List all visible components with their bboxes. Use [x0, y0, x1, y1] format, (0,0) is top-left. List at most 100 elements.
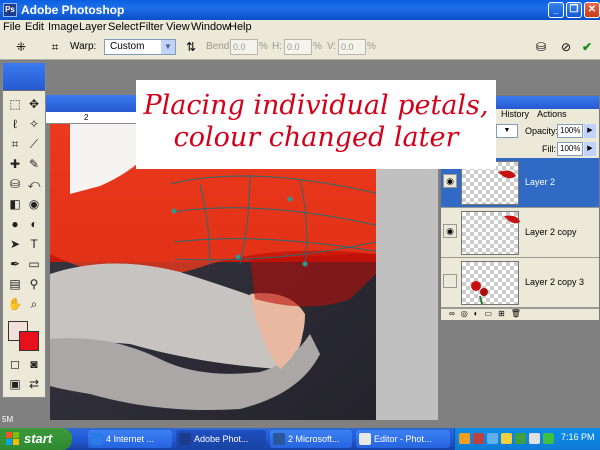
blend-mode-dropdown[interactable]: ▼	[496, 124, 518, 138]
layer-row[interactable]: ◉ Layer 2 copy	[441, 208, 599, 258]
layer-name: Layer 2 copy	[525, 227, 577, 237]
marquee-tool-icon[interactable]: ⬚	[6, 95, 24, 113]
warp-mode-icon[interactable]: ⌗	[46, 39, 64, 55]
task-label: Editor - Phot...	[374, 434, 432, 444]
notes-tool-icon[interactable]: ▤	[6, 275, 24, 293]
screen-mode-icon[interactable]: ▣	[6, 375, 24, 393]
hand-tool-icon[interactable]: ✋	[6, 295, 24, 313]
eye-icon[interactable]: ◉	[443, 274, 457, 288]
taskbar-item-photoshop[interactable]: Adobe Phot...	[176, 430, 266, 448]
layer-thumbnail	[461, 211, 520, 255]
editor-icon	[359, 433, 371, 445]
tray-icon[interactable]	[487, 433, 498, 444]
system-tray: 7:16 PM	[454, 428, 600, 450]
background-color-swatch[interactable]	[19, 331, 39, 351]
commit-transform-icon[interactable]: ✔	[578, 39, 596, 55]
menu-help[interactable]: Help	[229, 21, 252, 33]
h-label: H:	[272, 41, 282, 52]
warp-style-select[interactable]: Custom ▼	[104, 39, 176, 55]
network-icon[interactable]	[543, 433, 554, 444]
tray-icon[interactable]	[473, 433, 484, 444]
minimize-button[interactable]: _	[548, 2, 564, 18]
layer-name: Layer 2	[525, 177, 556, 187]
opacity-arrow-icon[interactable]: ▶	[584, 124, 596, 138]
healing-brush-icon[interactable]: ✚	[6, 155, 24, 173]
restore-button[interactable]: ❐	[566, 2, 582, 18]
opacity-field[interactable]: 100%	[557, 124, 583, 138]
h-field[interactable]: 0.0	[284, 39, 312, 55]
windows-taskbar: start 4 Internet ... Adobe Phot... 2 Mic…	[0, 428, 600, 450]
task-label: Adobe Phot...	[194, 434, 249, 444]
menu-edit[interactable]: Edit	[25, 21, 44, 33]
menu-file[interactable]: File	[3, 21, 21, 33]
zoom-tool-icon[interactable]: ⌕	[25, 295, 43, 313]
move-tool-icon[interactable]: ✥	[25, 95, 43, 113]
layers-footer-buttons[interactable]: ∞◎◐▭⊞🗑	[441, 308, 599, 320]
crop-tool-icon[interactable]: ⌗	[6, 135, 24, 153]
v-field[interactable]: 0.0	[338, 39, 366, 55]
cancel-transform-icon[interactable]: ⊘	[557, 39, 575, 55]
taskbar-item-internet[interactable]: 4 Internet ...	[88, 430, 172, 448]
v-label: V:	[327, 41, 337, 52]
pen-tool-icon[interactable]: ✒	[6, 255, 24, 273]
tray-icon[interactable]	[459, 433, 470, 444]
bend-percent: %	[259, 41, 268, 52]
tray-icon[interactable]	[515, 433, 526, 444]
toolbox-header	[3, 63, 45, 91]
change-orientation-icon[interactable]: ⇅	[182, 39, 200, 55]
history-brush-icon[interactable]: ⤺	[25, 175, 43, 193]
tab-history[interactable]: History	[501, 109, 529, 119]
eraser-tool-icon[interactable]: ◧	[6, 195, 24, 213]
fill-arrow-icon[interactable]: ▶	[584, 142, 596, 156]
blur-tool-icon[interactable]: ●	[6, 215, 24, 233]
eye-icon[interactable]: ◉	[443, 224, 457, 238]
menu-layer[interactable]: Layer	[79, 21, 107, 33]
task-label: 4 Internet ...	[106, 434, 155, 444]
bend-field[interactable]: 0.0	[230, 39, 258, 55]
caption-line-2: colour changed later	[173, 122, 459, 153]
word-icon	[273, 433, 285, 445]
commit-stamp-icon[interactable]: ⛁	[532, 39, 550, 55]
menu-image[interactable]: Image	[48, 21, 79, 33]
quick-mask-icon[interactable]: ◙	[25, 355, 43, 373]
standard-mode-icon[interactable]: ◻	[6, 355, 24, 373]
v-percent: %	[367, 41, 376, 52]
start-button[interactable]: start	[0, 428, 72, 450]
caption-line-1: Placing individual petals,	[143, 90, 489, 121]
close-button[interactable]: ✕	[584, 2, 600, 18]
clone-stamp-icon[interactable]: ⛁	[6, 175, 24, 193]
dodge-tool-icon[interactable]: ◐	[25, 215, 43, 233]
warp-tool-icon: ⁜	[15, 40, 27, 54]
menu-filter[interactable]: Filter	[139, 21, 163, 33]
taskbar-item-editor[interactable]: Editor - Phot...	[356, 430, 450, 448]
jump-to-imageready-icon[interactable]: ⇄	[25, 375, 43, 393]
type-tool-icon[interactable]: T	[25, 235, 43, 253]
lasso-tool-icon[interactable]: ℓ	[6, 115, 24, 133]
slice-tool-icon[interactable]: ⟋	[25, 135, 43, 153]
eye-icon[interactable]: ◉	[443, 174, 457, 188]
taskbar-item-microsoft[interactable]: 2 Microsoft...	[270, 430, 352, 448]
bend-label: Bend:	[206, 41, 233, 52]
volume-icon[interactable]	[529, 433, 540, 444]
warp-label: Warp:	[70, 41, 97, 52]
layer-thumbnail	[461, 261, 519, 305]
tray-icon[interactable]	[501, 433, 512, 444]
paint-bucket-icon[interactable]: ◉	[25, 195, 43, 213]
fill-label: Fill:	[542, 144, 556, 154]
tab-actions[interactable]: Actions	[537, 109, 567, 119]
path-selection-icon[interactable]: ➤	[6, 235, 24, 253]
magic-wand-icon[interactable]: ✧	[25, 115, 43, 133]
eyedropper-icon[interactable]: ⚲	[25, 275, 43, 293]
menu-view[interactable]: View	[166, 21, 190, 33]
layer-row[interactable]: ◉ Layer 2 copy 3	[441, 258, 599, 308]
photoshop-app-icon: Ps	[3, 3, 17, 17]
menu-select[interactable]: Select	[108, 21, 139, 33]
task-label: 2 Microsoft...	[288, 434, 340, 444]
shape-tool-icon[interactable]: ▭	[25, 255, 43, 273]
windows-flag-icon	[6, 432, 19, 445]
opacity-label: Opacity:	[525, 126, 559, 136]
layer-name: Layer 2 copy 3	[525, 277, 585, 287]
fill-field[interactable]: 100%	[557, 142, 583, 156]
brush-tool-icon[interactable]: ✎	[25, 155, 43, 173]
menu-window[interactable]: Window	[191, 21, 230, 33]
